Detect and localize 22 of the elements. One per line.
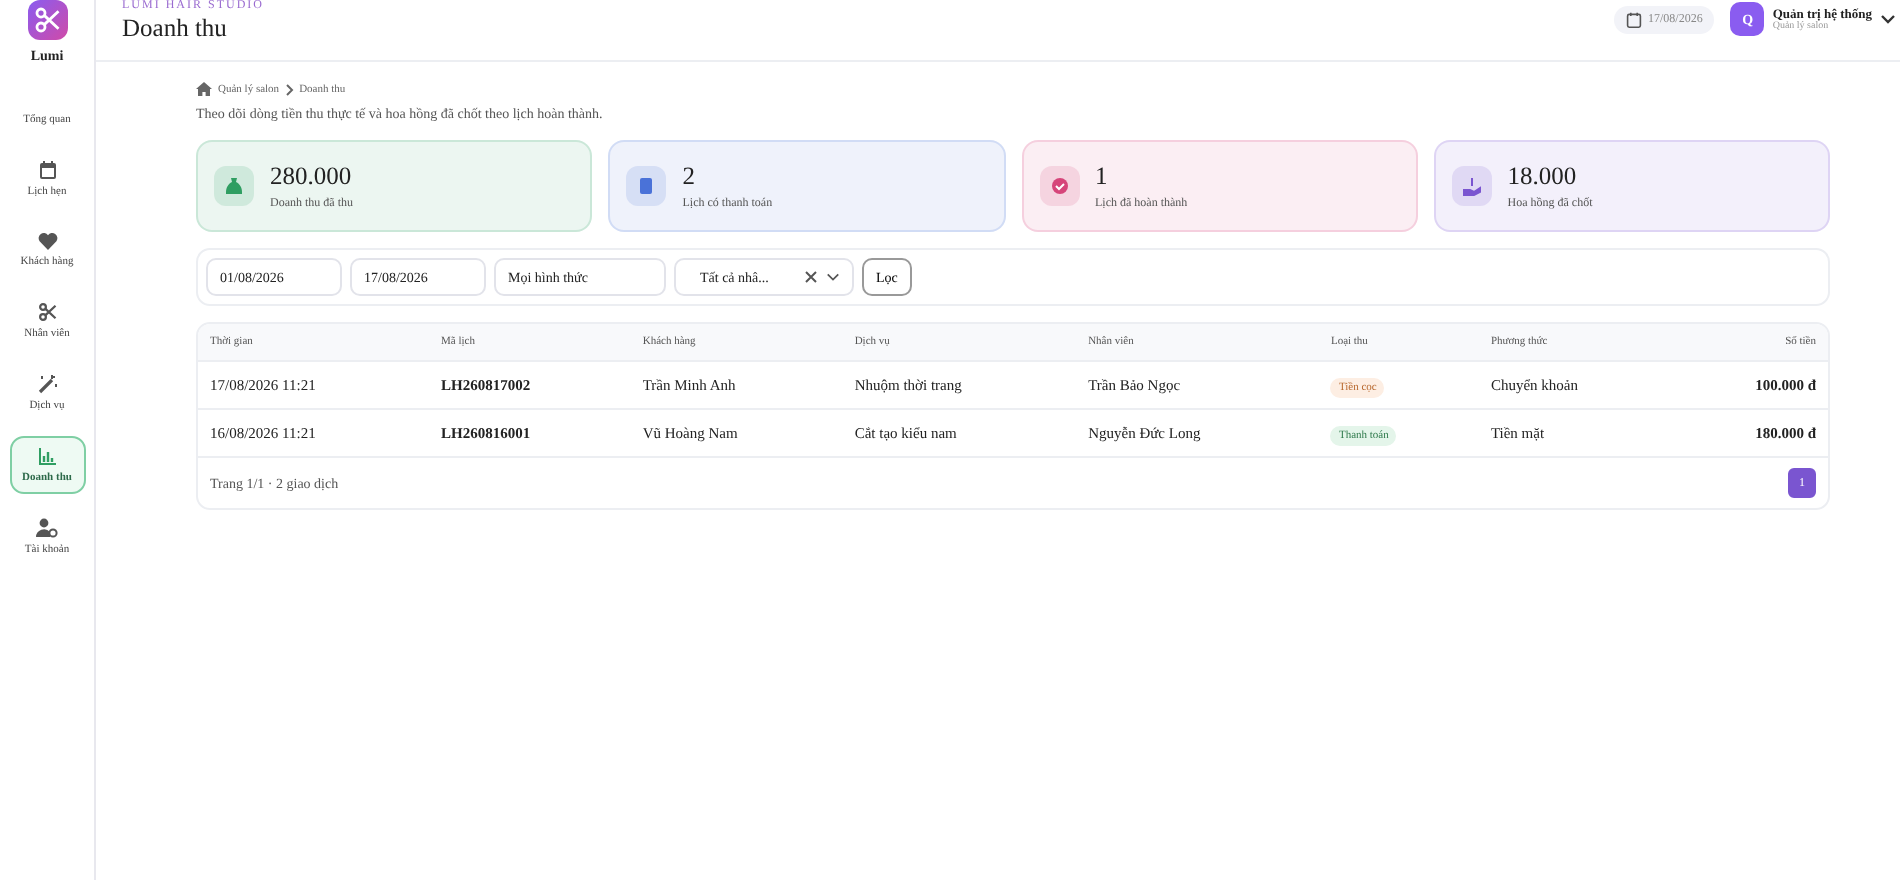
calendar-icon	[1625, 11, 1642, 27]
stat-icon	[1451, 166, 1492, 206]
stat-icon	[626, 166, 667, 206]
stat-value: 1	[1095, 162, 1110, 192]
scissors-icon	[37, 302, 57, 322]
chevron-down-icon	[826, 272, 840, 282]
calendar-icon	[37, 160, 57, 180]
user-gear-icon	[36, 518, 58, 538]
chevron-down-icon[interactable]	[1880, 14, 1896, 24]
chevron-right-icon	[285, 83, 294, 95]
page-title: Doanh thu	[122, 14, 229, 44]
clear-icon[interactable]	[804, 270, 818, 284]
home-icon	[196, 82, 212, 96]
stat-icon	[214, 166, 254, 206]
stat-value: 18.000	[1507, 162, 1579, 192]
magic-wand-icon	[37, 374, 57, 394]
stat-icon	[1039, 166, 1079, 206]
stat-value: 280.000	[270, 162, 353, 192]
chart-icon	[37, 446, 57, 466]
heart-icon	[37, 232, 57, 250]
scissors-logo-icon	[27, 0, 67, 40]
stat-value: 2	[682, 162, 697, 192]
